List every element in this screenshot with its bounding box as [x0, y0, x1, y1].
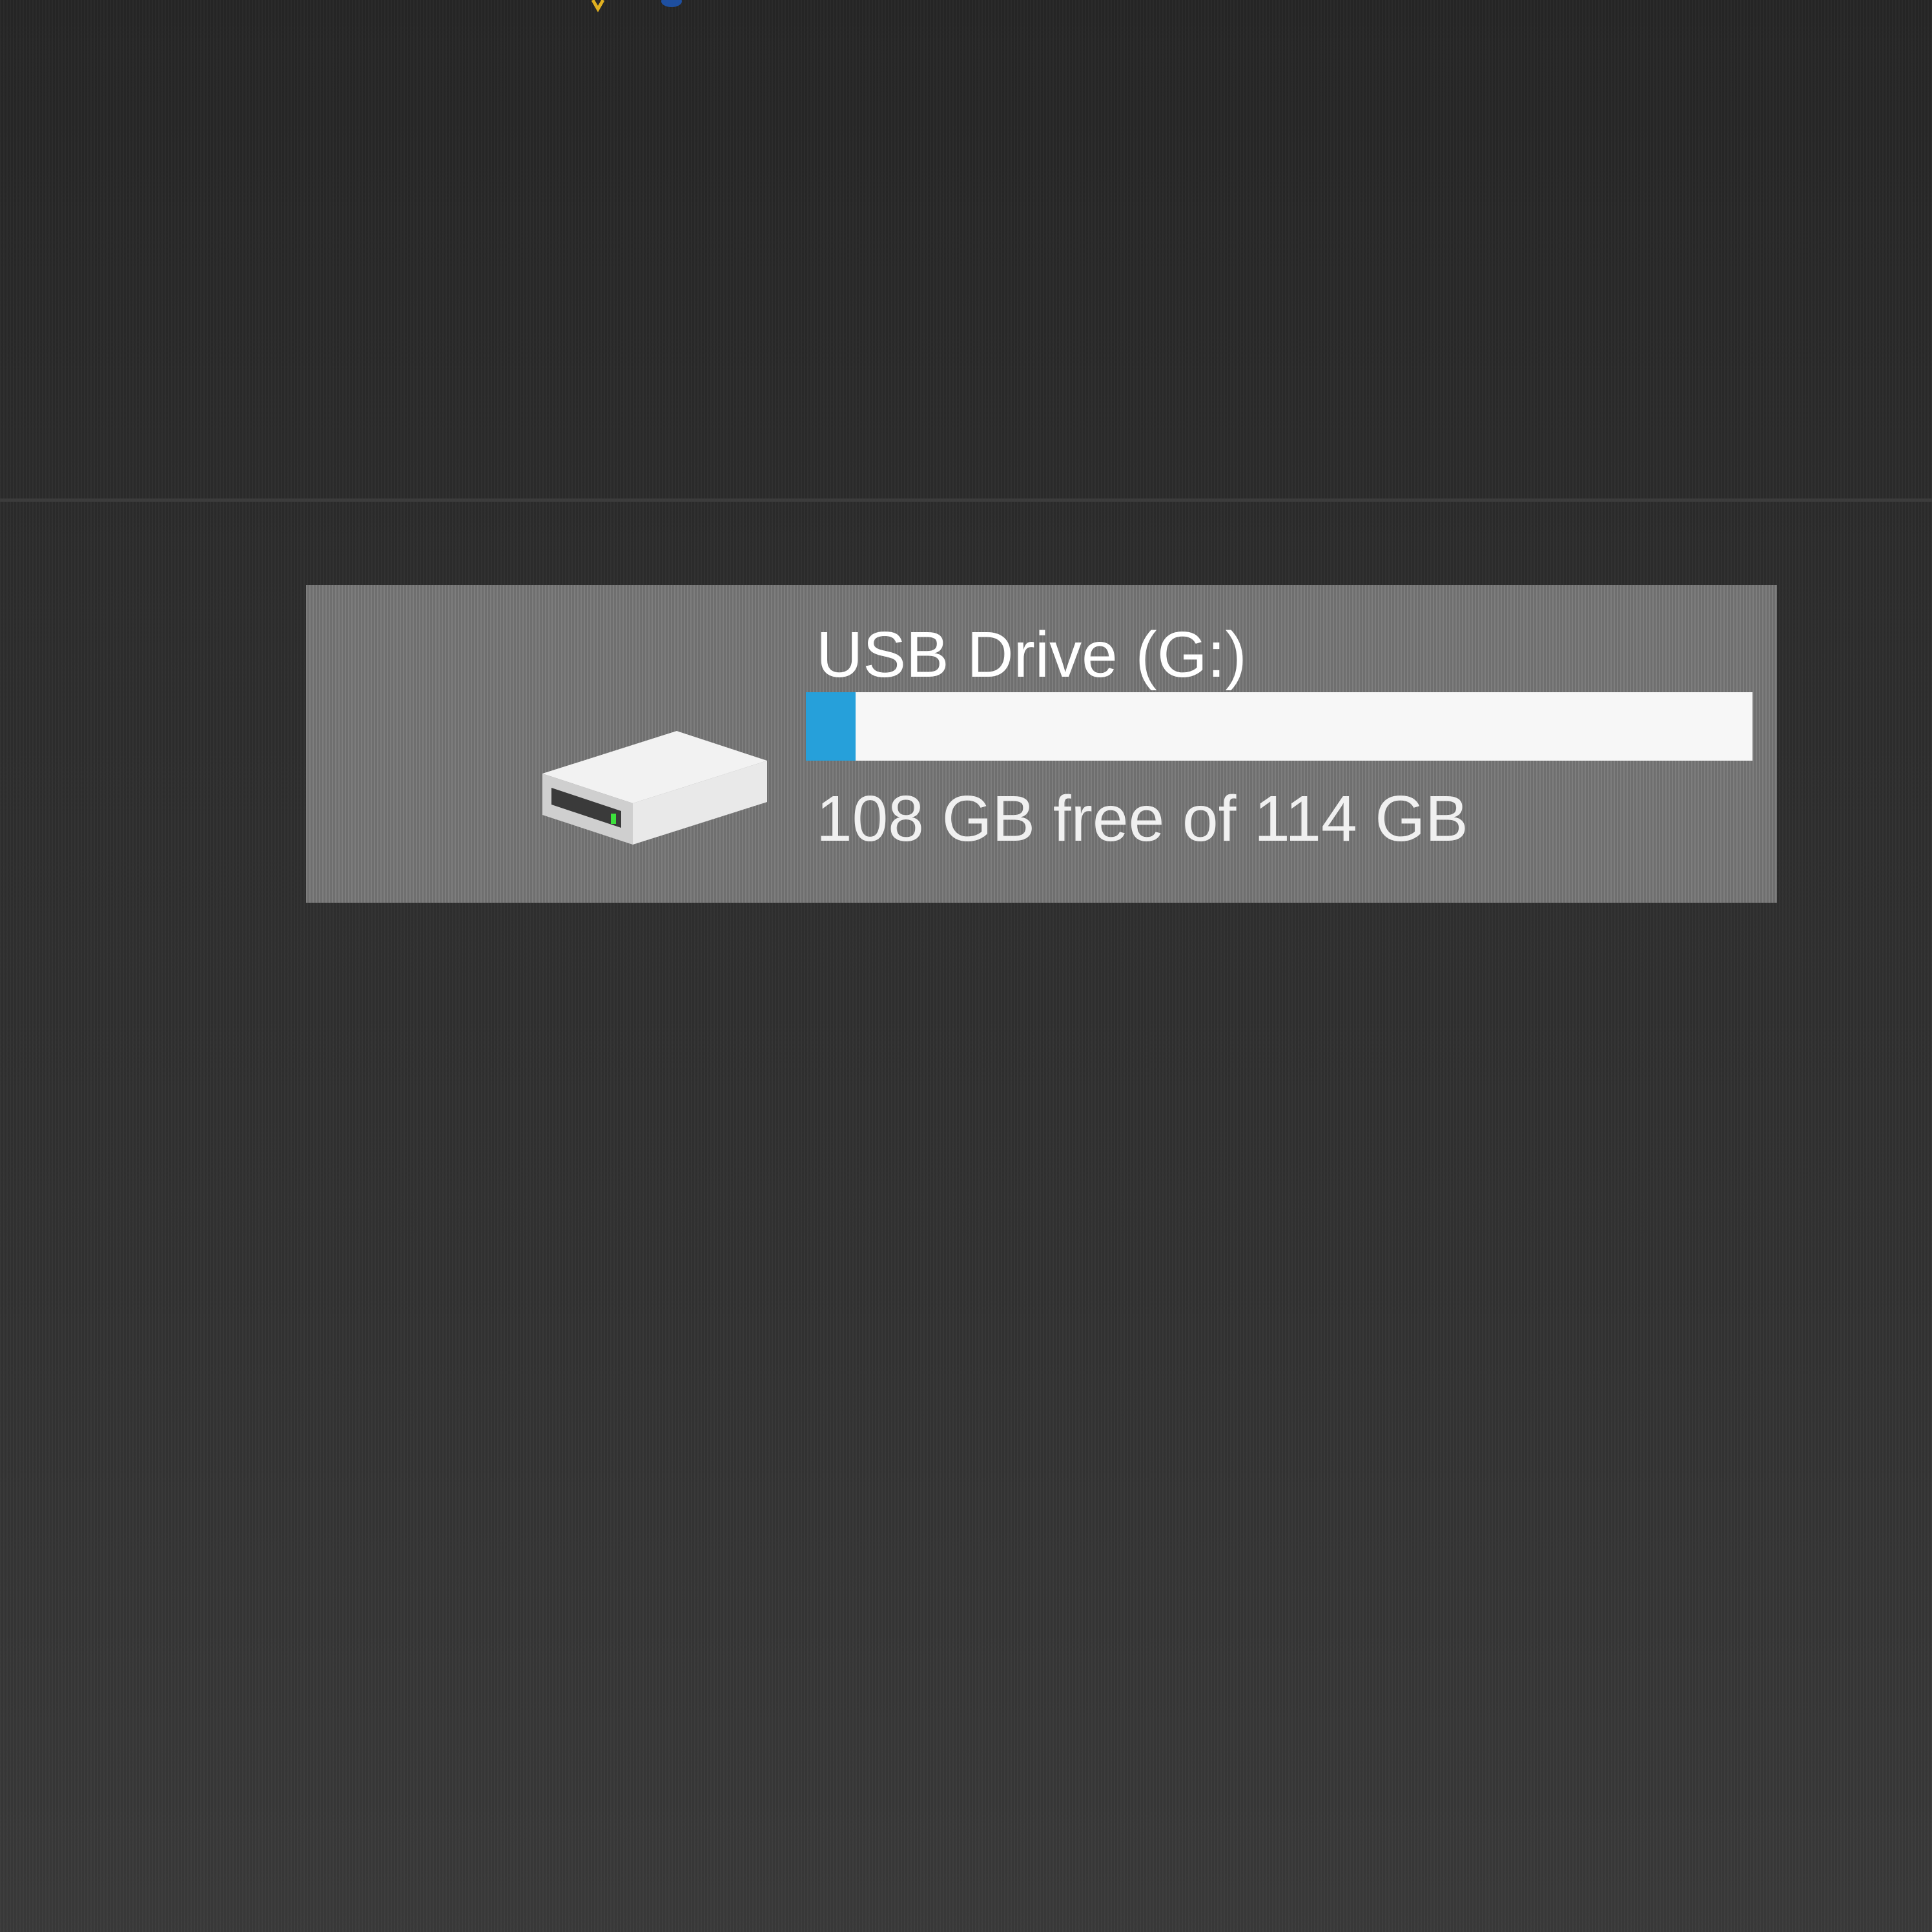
- drive-usage-fill: [806, 692, 856, 761]
- drive-usage-bar: [806, 692, 1752, 761]
- partial-app-icon: [591, 0, 682, 13]
- usb-drive-icon: [542, 731, 767, 845]
- drive-tile-usb-g[interactable]: USB Drive (G:) 108 GB free of 114 GB: [306, 585, 1777, 903]
- screen-scanlines: [0, 0, 1932, 1932]
- section-divider: [0, 498, 1932, 502]
- drive-free-space-label: 108 GB free of 114 GB: [816, 783, 1468, 855]
- drive-name-label: USB Drive (G:): [816, 619, 1247, 691]
